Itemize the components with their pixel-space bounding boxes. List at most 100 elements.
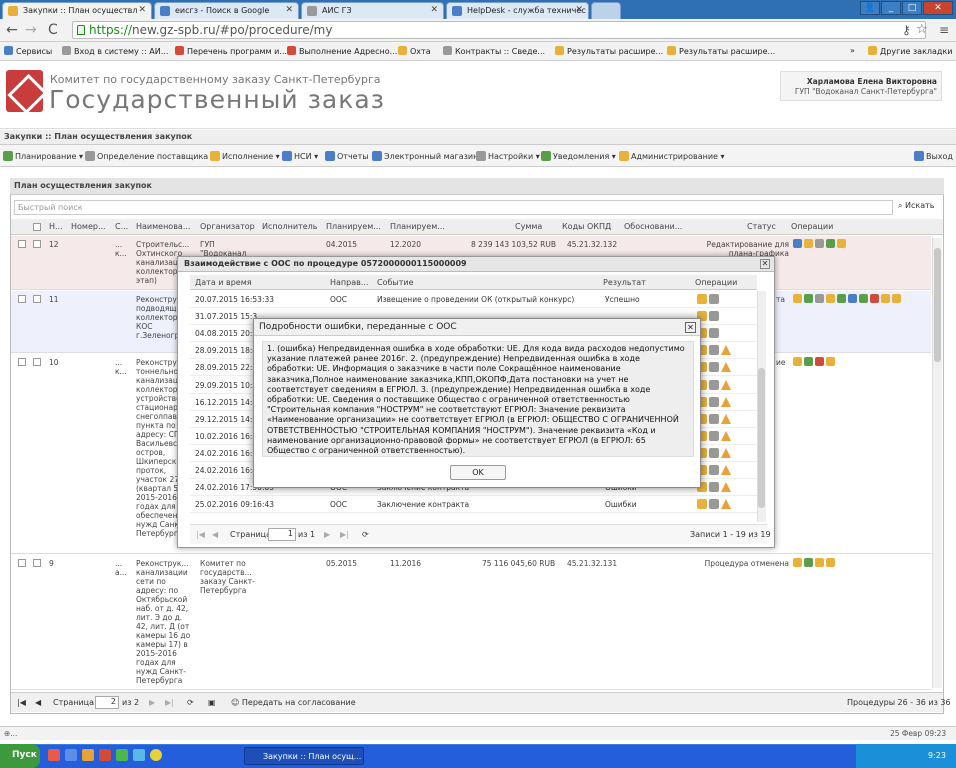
dialog-list-item[interactable]: 20.07.2015 16:53:33 ООС Извещение о провед… bbox=[190, 291, 757, 308]
user-info[interactable]: Харламова Елена Викторовна ГУП "Водоканал… bbox=[780, 71, 942, 101]
next-page-icon[interactable]: ▶ bbox=[149, 698, 155, 707]
row-operations[interactable] bbox=[793, 558, 837, 569]
col-plan2[interactable]: Планируем... bbox=[390, 222, 450, 231]
col-sum[interactable]: Сумма bbox=[515, 222, 555, 231]
bookmark-okhta[interactable]: Охта bbox=[398, 46, 431, 56]
grid-scrollbar-thumb[interactable] bbox=[934, 248, 941, 362]
first-page-icon[interactable]: |◀ bbox=[17, 698, 26, 707]
expand-icon[interactable] bbox=[18, 240, 26, 248]
app-icon[interactable] bbox=[116, 749, 128, 761]
close-icon[interactable]: ✕ bbox=[760, 259, 770, 269]
maximize-button[interactable]: □ bbox=[902, 1, 922, 15]
row-operations[interactable] bbox=[697, 345, 731, 357]
col-plan1[interactable]: Планируем... bbox=[326, 222, 386, 231]
col-executor[interactable]: Исполнитель bbox=[262, 222, 324, 231]
row-operations[interactable] bbox=[697, 294, 721, 306]
app-icon[interactable] bbox=[48, 749, 60, 761]
table-row[interactable]: 9 ... а... Реконструк... канализации сет… bbox=[11, 555, 931, 690]
row-checkbox[interactable] bbox=[33, 240, 41, 248]
next-page-icon[interactable]: ▶ bbox=[324, 530, 330, 539]
window-close-button[interactable]: ✕ bbox=[923, 1, 953, 15]
forward-icon[interactable]: → bbox=[25, 22, 37, 38]
expand-icon[interactable] bbox=[18, 358, 26, 366]
app-icon[interactable] bbox=[65, 749, 77, 761]
star-icon[interactable]: ☆ bbox=[916, 22, 928, 38]
row-checkbox[interactable] bbox=[33, 358, 41, 366]
quick-search-input[interactable]: Быстрый поиск bbox=[14, 200, 893, 215]
row-checkbox[interactable] bbox=[33, 295, 41, 303]
col-s[interactable]: С... bbox=[115, 222, 133, 231]
dialog-list-item[interactable]: 25.02.2016 09:16:43 ООС Заключение контрак… bbox=[190, 496, 757, 514]
row-operations[interactable] bbox=[697, 465, 731, 477]
menu-eshop[interactable]: Электронный магазин bbox=[372, 151, 478, 161]
tab-ais[interactable]: АИС ГЗ ✕ bbox=[301, 2, 444, 19]
search-button[interactable]: ⌕ Искать bbox=[898, 201, 935, 211]
row-operations[interactable] bbox=[697, 482, 731, 494]
bookmark-contracts[interactable]: Контракты :: Сведе... bbox=[443, 46, 545, 56]
row-operations[interactable] bbox=[697, 379, 731, 392]
col-basis[interactable]: Обосновани... bbox=[624, 222, 684, 231]
bookmark-execution[interactable]: Выполнение Адресно... bbox=[287, 46, 397, 56]
prev-page-icon[interactable]: ◀ bbox=[35, 698, 41, 707]
pdf-icon[interactable] bbox=[99, 749, 111, 761]
chrome-icon[interactable] bbox=[150, 749, 162, 761]
menu-settings[interactable]: Настройки ▾ bbox=[476, 151, 540, 161]
tab-google[interactable]: еисгз - Поиск в Google ✕ bbox=[154, 2, 299, 19]
close-icon[interactable]: ✕ bbox=[430, 5, 438, 15]
col-okpd[interactable]: Коды ОКПД bbox=[562, 222, 622, 231]
row-operations[interactable] bbox=[793, 294, 903, 305]
bookmark-programs[interactable]: Перечень программ и... bbox=[175, 46, 287, 56]
col-organizer[interactable]: Организатор bbox=[200, 222, 258, 231]
row-operations[interactable] bbox=[697, 396, 731, 409]
col-name[interactable]: Наименова... bbox=[136, 222, 194, 231]
menu-icon[interactable]: ≡ bbox=[939, 22, 949, 38]
other-bookmarks[interactable]: Другие закладки bbox=[868, 46, 953, 56]
menu-notifications[interactable]: Уведомления ▾ bbox=[541, 151, 616, 161]
menu-supplier[interactable]: Определение поставщика ▾ bbox=[85, 151, 215, 161]
send-for-approval-button[interactable]: ☺ Передать на согласование bbox=[231, 698, 356, 707]
dialog-page-input[interactable]: 1 bbox=[268, 528, 296, 541]
app-icon[interactable] bbox=[82, 749, 94, 761]
key-icon[interactable]: ⚷ bbox=[902, 22, 911, 38]
start-button[interactable]: Пуск bbox=[0, 744, 40, 768]
menu-admin[interactable]: Администрирование ▾ bbox=[619, 151, 725, 161]
row-operations[interactable] bbox=[697, 499, 731, 511]
row-operations[interactable] bbox=[697, 430, 731, 443]
row-operations[interactable] bbox=[697, 362, 731, 374]
row-operations[interactable] bbox=[793, 357, 837, 368]
last-page-icon[interactable]: ▶| bbox=[165, 698, 174, 707]
new-tab-button[interactable] bbox=[591, 2, 621, 19]
row-checkbox[interactable] bbox=[33, 559, 41, 567]
minimize-button[interactable]: _ bbox=[881, 1, 901, 15]
prev-page-icon[interactable]: ◀ bbox=[212, 530, 218, 539]
last-page-icon[interactable]: ▶| bbox=[340, 530, 349, 539]
close-icon[interactable]: ✕ bbox=[285, 5, 293, 15]
save-icon[interactable]: ▣ bbox=[208, 698, 216, 707]
tab-zakupki[interactable]: Закупки :: План осуществл ✕ bbox=[2, 2, 152, 19]
col-operations[interactable]: Операции bbox=[791, 222, 851, 231]
dialog-scrollbar-thumb[interactable] bbox=[758, 368, 765, 508]
close-icon[interactable]: ✕ bbox=[575, 5, 583, 15]
refresh-icon[interactable]: ⟳ bbox=[187, 698, 194, 707]
menu-execution[interactable]: Исполнение ▾ bbox=[210, 151, 280, 161]
row-operations[interactable] bbox=[697, 413, 731, 426]
close-icon[interactable]: ✕ bbox=[138, 5, 146, 15]
ok-button[interactable]: OK bbox=[450, 465, 506, 480]
col-status[interactable]: Статус bbox=[747, 222, 789, 231]
menu-nsi[interactable]: НСИ ▾ bbox=[282, 151, 318, 161]
menu-planning[interactable]: Планирование ▾ bbox=[3, 151, 83, 161]
expand-icon[interactable] bbox=[18, 559, 26, 567]
tab-helpdesk[interactable]: HelpDesk - служба техничес ✕ bbox=[446, 2, 589, 19]
reload-icon[interactable]: C bbox=[48, 22, 58, 38]
bookmark-login[interactable]: Вход в систему :: АИ... bbox=[62, 46, 168, 56]
select-all-checkbox[interactable] bbox=[33, 223, 41, 231]
taskbar-app-chrome[interactable]: Закупки :: План осущ... bbox=[244, 747, 364, 765]
user-icon[interactable]: 👤 bbox=[860, 1, 880, 15]
bookmark-services[interactable]: Сервисы bbox=[4, 46, 52, 56]
refresh-icon[interactable]: ⟳ bbox=[362, 530, 369, 539]
first-page-icon[interactable]: |◀ bbox=[196, 530, 205, 539]
menu-reports[interactable]: Отчеты bbox=[325, 151, 369, 161]
close-icon[interactable]: ✕ bbox=[685, 322, 696, 333]
back-icon[interactable]: ← bbox=[6, 22, 18, 38]
row-operations[interactable] bbox=[793, 239, 848, 250]
